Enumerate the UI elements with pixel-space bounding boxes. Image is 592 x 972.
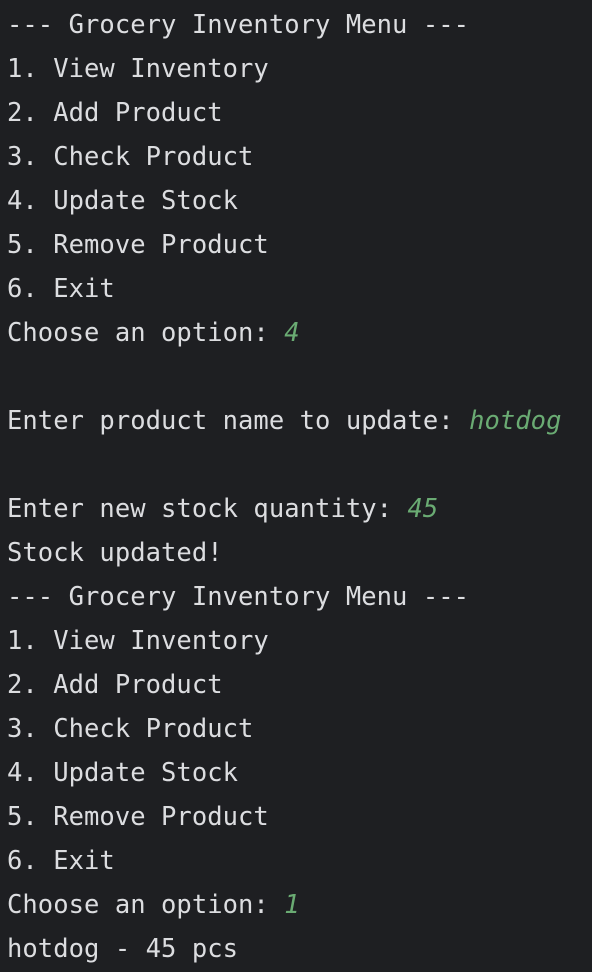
menu-item-update-stock: 4. Update Stock [7, 758, 239, 788]
inventory-entry: hotdog - 45 pcs [7, 934, 239, 964]
stock-quantity-prompt-line: Enter new stock quantity: 45 [7, 487, 592, 531]
option-prompt: Choose an option: [7, 318, 285, 348]
console-output[interactable]: --- Grocery Inventory Menu --- 1. View I… [0, 0, 592, 972]
menu-item-exit: 6. Exit [7, 274, 115, 304]
menu-item-add-product: 2. Add Product [7, 98, 223, 128]
menu-item-check-product: 3. Check Product [7, 714, 254, 744]
product-name-prompt-line: Enter product name to update: hotdog [7, 399, 592, 443]
product-name-prompt: Enter product name to update: [7, 406, 470, 436]
option-prompt: Choose an option: [7, 890, 285, 920]
option-prompt-line: Choose an option: 1 [7, 883, 592, 927]
menu-header: --- Grocery Inventory Menu --- [7, 582, 470, 612]
menu-item-add-product: 2. Add Product [7, 670, 223, 700]
menu-item-check-product: 3. Check Product [7, 142, 254, 172]
menu-item-view-inventory: 1. View Inventory [7, 54, 269, 84]
option-input: 4 [284, 318, 300, 348]
menu-header: --- Grocery Inventory Menu --- [7, 10, 470, 40]
menu-item-exit: 6. Exit [7, 846, 115, 876]
menu-item-remove-product: 5. Remove Product [7, 802, 269, 832]
stock-quantity-prompt: Enter new stock quantity: [7, 494, 408, 524]
stock-quantity-input: 45 [407, 494, 439, 524]
menu-item-view-inventory: 1. View Inventory [7, 626, 269, 656]
menu-item-remove-product: 5. Remove Product [7, 230, 269, 260]
product-name-input: hotdog [469, 406, 562, 436]
stock-updated-message: Stock updated! [7, 538, 223, 568]
option-prompt-line: Choose an option: 4 [7, 311, 592, 355]
menu-item-update-stock: 4. Update Stock [7, 186, 239, 216]
option-input: 1 [284, 890, 300, 920]
